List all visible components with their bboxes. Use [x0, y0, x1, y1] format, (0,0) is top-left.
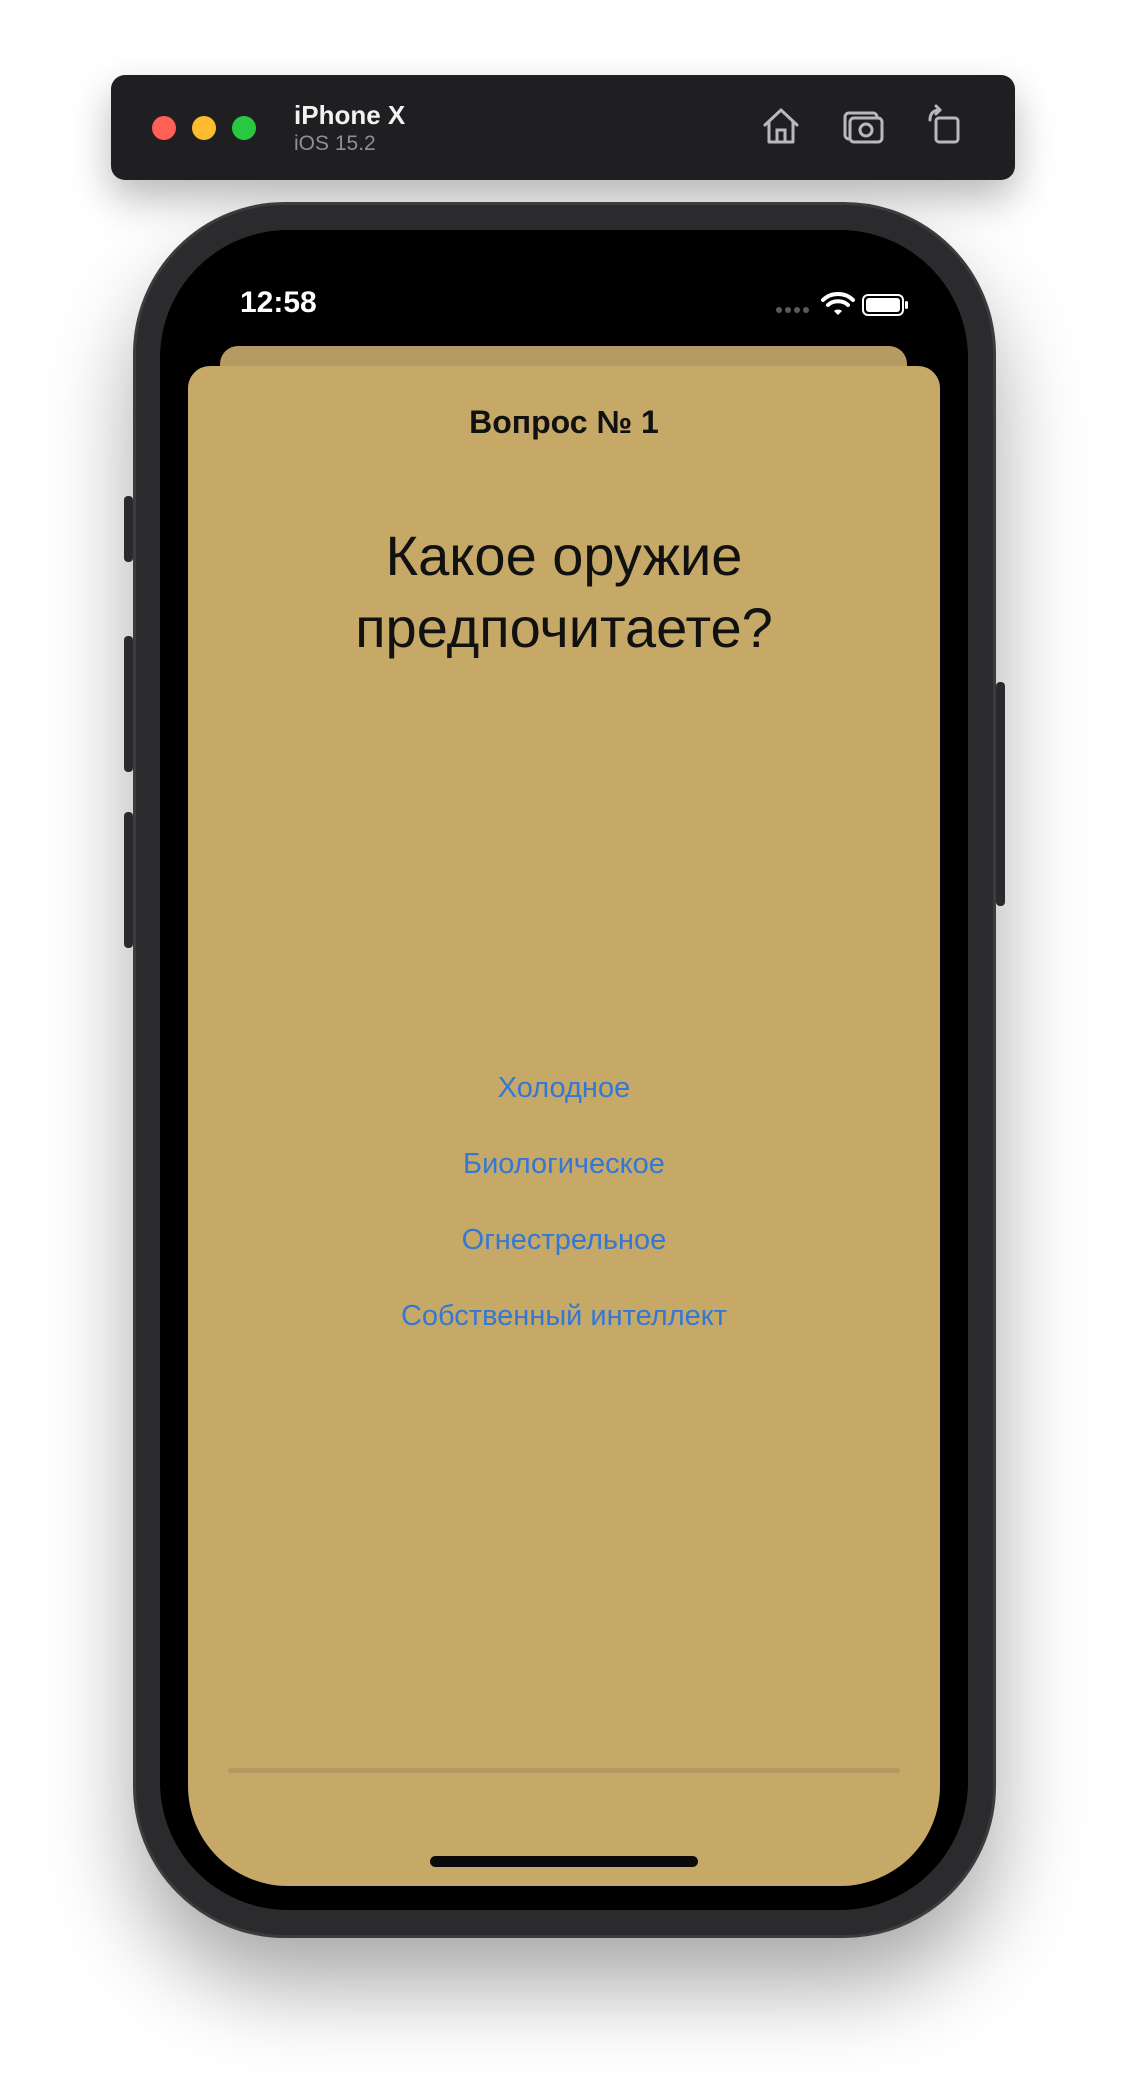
- close-window-button[interactable]: [152, 116, 176, 140]
- screenshot-icon: [843, 111, 884, 144]
- wifi-icon: [821, 292, 855, 315]
- answer-button-cold[interactable]: Холодное: [188, 1050, 940, 1126]
- answers-list: Холодное Биологическое Огнестрельное Соб…: [188, 1050, 940, 1354]
- zoom-window-button[interactable]: [232, 116, 256, 140]
- home-indicator[interactable]: [430, 1856, 698, 1867]
- signal-dots-icon: [776, 307, 809, 313]
- progress-bar: [228, 1768, 900, 1773]
- device-name: iPhone X: [294, 100, 406, 130]
- question-text: Какое оружие предпочитаете?: [355, 524, 773, 659]
- question-number: Вопрос № 1: [469, 404, 659, 440]
- answer-button-intellect[interactable]: Собственный интеллект: [188, 1278, 940, 1354]
- home-icon: [763, 108, 799, 144]
- answer-button-biological[interactable]: Биологическое: [188, 1126, 940, 1202]
- screenshot-button[interactable]: [841, 104, 885, 148]
- minimize-window-button[interactable]: [192, 116, 216, 140]
- volume-down-button: [124, 812, 133, 948]
- rotate-button[interactable]: [922, 104, 966, 148]
- battery-icon: [862, 294, 908, 316]
- status-time: 12:58: [240, 286, 317, 319]
- status-icons: [775, 290, 910, 320]
- rotate-icon: [928, 104, 960, 144]
- volume-up-button: [124, 636, 133, 772]
- power-button: [996, 682, 1005, 906]
- os-version: iOS 15.2: [294, 132, 376, 155]
- home-button[interactable]: [759, 104, 803, 148]
- mute-switch: [124, 496, 133, 562]
- answer-button-firearm[interactable]: Огнестрельное: [188, 1202, 940, 1278]
